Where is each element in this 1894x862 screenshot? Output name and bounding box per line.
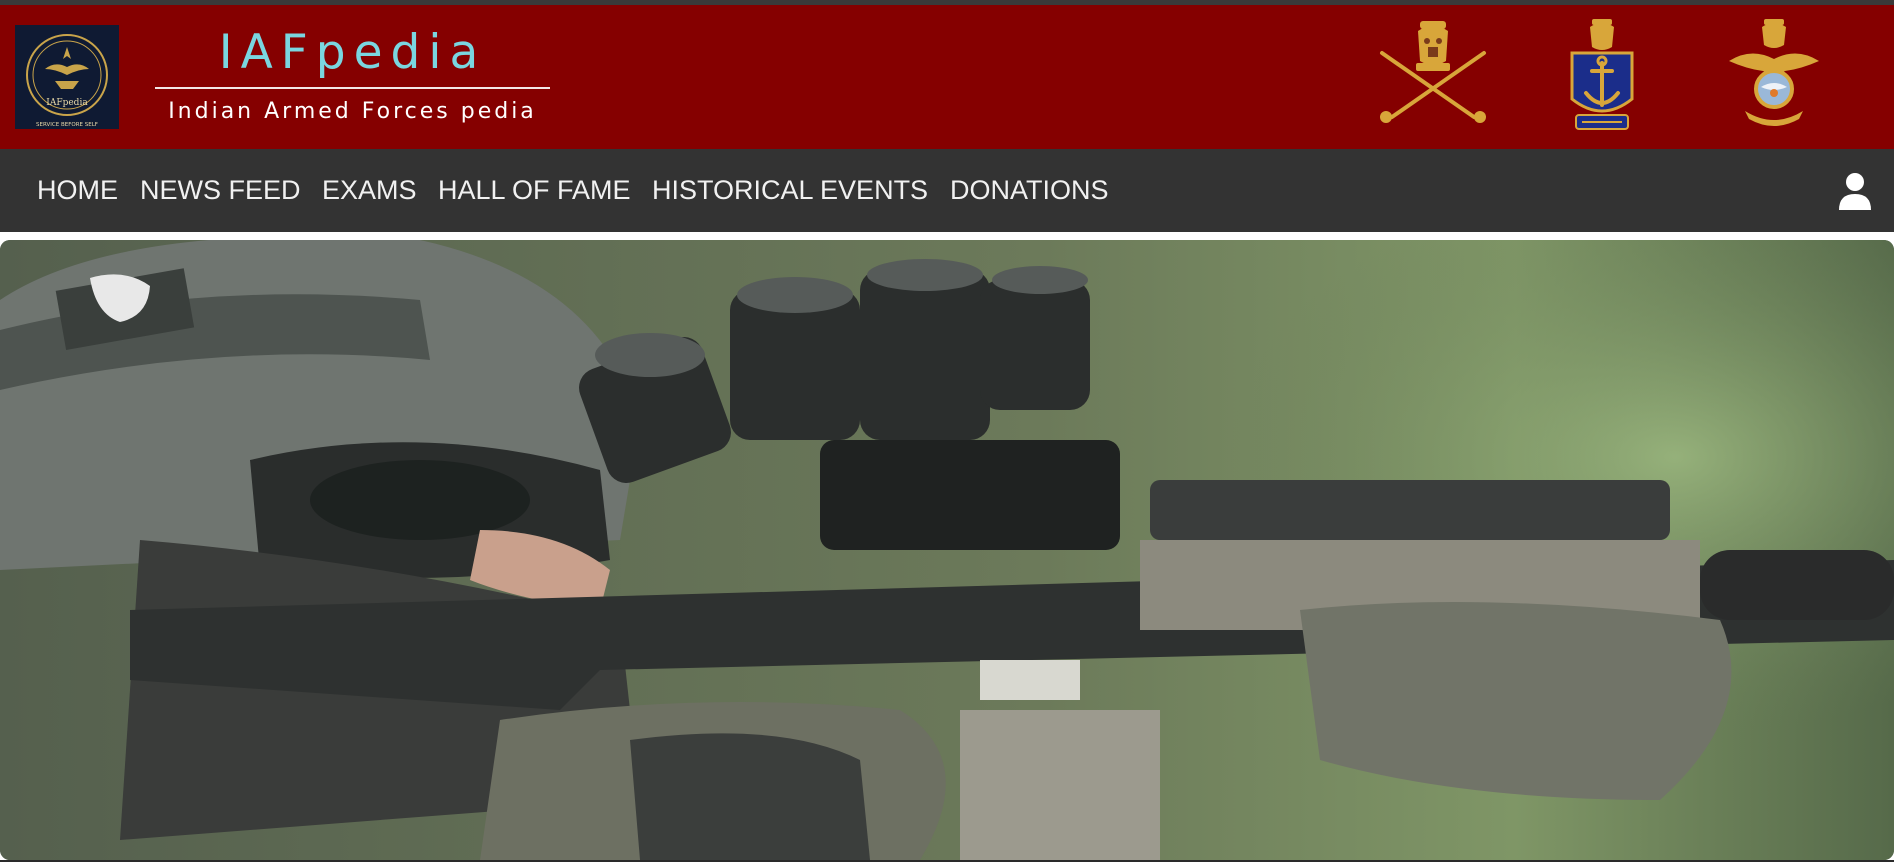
logo-motto: SERVICE BEFORE SELF — [36, 122, 98, 128]
air-force-emblem-icon — [1725, 17, 1823, 133]
navy-emblem-icon — [1566, 17, 1638, 133]
site-header: IAFpedia SERVICE BEFORE SELF IAFpedia In… — [0, 5, 1894, 149]
logo-text: IAFpedia — [46, 98, 88, 108]
hero-banner — [0, 240, 1894, 860]
nav-news-feed[interactable]: NEWS FEED — [140, 149, 301, 232]
title-divider — [155, 87, 550, 89]
nav-home[interactable]: HOME — [37, 149, 118, 232]
nav-donations[interactable]: DONATIONS — [950, 149, 1109, 232]
main-nav: HOME NEWS FEED EXAMS HALL OF FAME HISTOR… — [0, 149, 1894, 232]
iafpedia-logo-icon: IAFpedia SERVICE BEFORE SELF — [26, 34, 108, 128]
nav-historical-events[interactable]: HISTORICAL EVENTS — [652, 149, 928, 232]
nav-hall-of-fame[interactable]: HALL OF FAME — [438, 149, 631, 232]
user-account-icon[interactable] — [1838, 172, 1872, 210]
site-subtitle: Indian Armed Forces pedia — [168, 99, 537, 124]
site-title: IAFpedia — [218, 25, 487, 80]
site-logo[interactable]: IAFpedia SERVICE BEFORE SELF — [15, 25, 119, 129]
nav-exams[interactable]: EXAMS — [322, 149, 417, 232]
army-emblem-icon — [1372, 17, 1494, 133]
soldier-hero-image — [0, 240, 1894, 860]
